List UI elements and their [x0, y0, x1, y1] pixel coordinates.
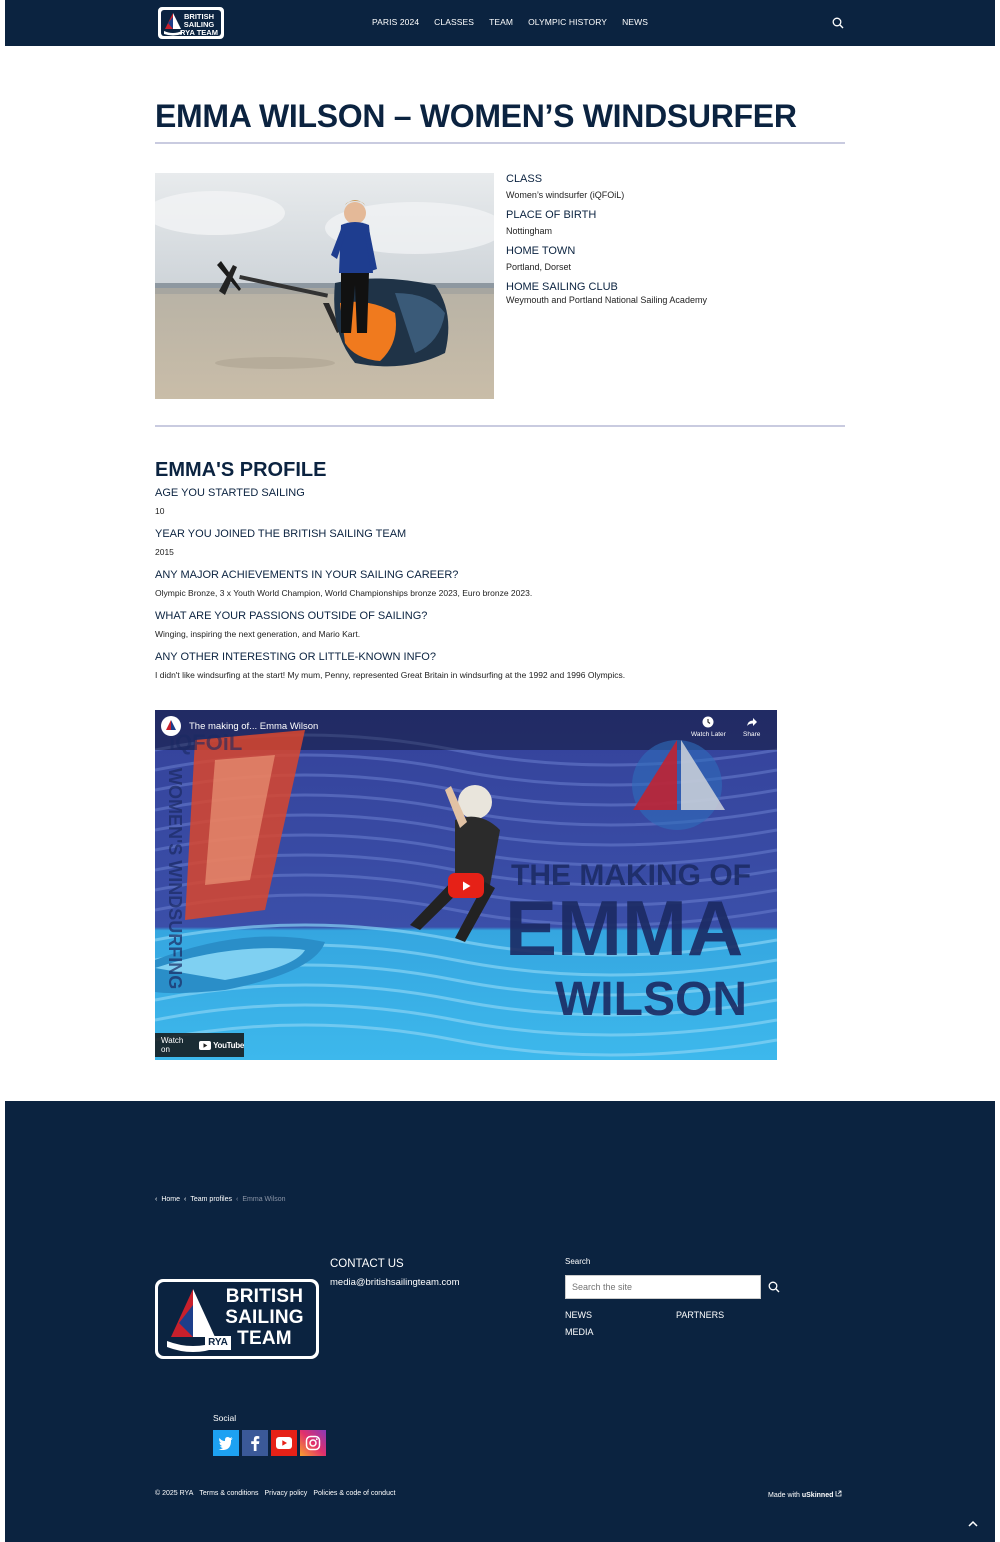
video-overlay-title-bot: WILSON	[555, 973, 747, 1026]
profile-title: EMMA'S PROFILE	[155, 459, 327, 481]
play-icon	[463, 881, 471, 890]
profile-question: WHAT ARE YOUR PASSIONS OUTSIDE OF SAILIN…	[155, 610, 428, 622]
nav-olympic-history[interactable]: OLYMPIC HISTORY	[528, 17, 607, 27]
main-nav: PARIS 2024 CLASSES TEAM OLYMPIC HISTORY …	[372, 17, 648, 27]
footer-link-media[interactable]: MEDIA	[565, 1327, 676, 1337]
breadcrumb: ‹ Home ‹ Team profiles ‹ Emma Wilson	[155, 1196, 286, 1203]
footer-link-partners[interactable]: PARTNERS	[676, 1310, 776, 1320]
site-footer: ‹ Home ‹ Team profiles ‹ Emma Wilson RYA…	[5, 1101, 995, 1542]
chevron-left-icon: ‹	[184, 1196, 187, 1203]
play-button[interactable]	[448, 873, 484, 898]
footer-links: NEWS PARTNERS MEDIA	[565, 1310, 785, 1337]
video-title[interactable]: The making of... Emma Wilson	[189, 721, 318, 732]
site-logo[interactable]: BRITISH SAILING RYA TEAM	[158, 7, 224, 39]
legal-links: © 2025 RYA Terms & conditions Privacy po…	[155, 1490, 395, 1497]
profile-list: AGE YOU STARTED SAILING 10 YEAR YOU JOIN…	[155, 487, 855, 692]
contact-title: CONTACT US	[330, 1258, 404, 1270]
external-link-icon	[835, 1490, 842, 1497]
profile-question: ANY MAJOR ACHIEVEMENTS IN YOUR SAILING C…	[155, 569, 459, 581]
facebook-icon	[251, 1436, 260, 1451]
instagram-icon	[305, 1435, 321, 1451]
clock-icon	[702, 716, 714, 728]
nav-paris-2024[interactable]: PARIS 2024	[372, 17, 419, 27]
footer-logo-line-1: BRITISH	[225, 1286, 304, 1307]
footer-logo-text: BRITISH SAILING TEAM	[217, 1286, 312, 1349]
instagram-link[interactable]	[300, 1430, 326, 1456]
youtube-link[interactable]	[271, 1430, 297, 1456]
footer-logo-line-3: TEAM	[237, 1328, 292, 1349]
fact-value-home-sailing-club: Weymouth and Portland National Sailing A…	[506, 295, 707, 305]
footer-search-field	[565, 1275, 761, 1299]
fact-label-home-town: HOME TOWN	[506, 245, 576, 257]
search-icon[interactable]	[832, 17, 844, 29]
profile-answer: I didn't like windsurfing at the start! …	[155, 670, 626, 680]
contact-email-link[interactable]: media@britishsailingteam.com	[330, 1277, 460, 1288]
footer-link-news[interactable]: NEWS	[565, 1310, 676, 1320]
breadcrumb-current: Emma Wilson	[242, 1196, 286, 1203]
twitter-icon	[218, 1437, 233, 1450]
profile-answer: 2015	[155, 547, 174, 557]
facebook-link[interactable]	[242, 1430, 268, 1456]
chevron-left-icon: ‹	[236, 1196, 239, 1203]
terms-link[interactable]: Terms & conditions	[199, 1490, 258, 1497]
youtube-video-embed[interactable]: THE MAKING OF EMMA WILSON iQFOiL WOMEN'S…	[155, 710, 777, 1060]
fact-value-class: Women’s windsurfer (iQFOiL)	[506, 190, 625, 200]
fact-value-place-of-birth: Nottingham	[506, 226, 553, 236]
youtube-wordmark: YouTube	[199, 1040, 244, 1050]
profile-question: YEAR YOU JOINED THE BRITISH SAILING TEAM	[155, 528, 407, 540]
watch-on-label: Watch on	[161, 1036, 184, 1054]
watch-on-youtube-button[interactable]: Watch on YouTube	[155, 1033, 244, 1057]
chevron-left-icon: ‹	[155, 1196, 158, 1203]
section-divider	[155, 425, 845, 427]
youtube-label: YouTube	[213, 1040, 244, 1050]
share-label: Share	[743, 731, 761, 738]
nav-news[interactable]: NEWS	[622, 17, 648, 27]
footer-logo[interactable]: RYA BRITISH SAILING TEAM	[155, 1279, 319, 1359]
profile-answer: 10	[155, 506, 165, 516]
athlete-photo	[155, 173, 494, 399]
policies-link[interactable]: Policies & code of conduct	[313, 1490, 395, 1497]
footer-search-input[interactable]	[566, 1276, 760, 1298]
search-icon[interactable]	[768, 1281, 780, 1293]
logo-text-line-3: RYA TEAM	[180, 28, 218, 37]
nav-classes[interactable]: CLASSES	[434, 17, 474, 27]
footer-search-label: Search	[565, 1257, 591, 1266]
made-with-brand: uSkinned	[801, 1492, 834, 1499]
channel-avatar[interactable]	[161, 716, 181, 736]
privacy-link[interactable]: Privacy policy	[265, 1490, 308, 1497]
youtube-icon	[199, 1040, 212, 1050]
channel-logo-icon	[166, 720, 176, 730]
made-with-label: Made with	[768, 1492, 800, 1499]
share-icon	[746, 718, 757, 726]
share-button[interactable]: Share	[743, 716, 760, 738]
profile-question: AGE YOU STARTED SAILING	[155, 487, 305, 499]
made-with-credit[interactable]: Made with uSkinned	[768, 1490, 842, 1499]
social-label: Social	[213, 1413, 237, 1423]
copyright: © 2025 RYA	[155, 1490, 194, 1497]
title-divider	[155, 142, 845, 144]
video-side-text: WOMEN'S WINDSURFING	[165, 768, 185, 989]
social-links	[213, 1430, 326, 1456]
chevron-up-icon[interactable]	[967, 1519, 979, 1529]
youtube-icon	[276, 1437, 292, 1449]
profile-answer: Olympic Bronze, 3 x Youth World Champion…	[155, 588, 533, 598]
fact-label-home-sailing-club: HOME SAILING CLUB	[506, 281, 618, 293]
breadcrumb-home[interactable]: Home	[161, 1196, 180, 1203]
nav-team[interactable]: TEAM	[489, 17, 513, 27]
breadcrumb-team-profiles[interactable]: Team profiles	[190, 1196, 232, 1203]
video-overlay-title-mid: EMMA	[505, 884, 743, 972]
site-header: BRITISH SAILING RYA TEAM PARIS 2024 CLAS…	[5, 0, 995, 46]
footer-logo-line-2: SAILING	[225, 1307, 304, 1328]
fact-label-class: CLASS	[506, 173, 543, 185]
fact-label-place-of-birth: PLACE OF BIRTH	[506, 209, 597, 221]
page-title: EMMA WILSON – WOMEN’S WINDSURFER	[155, 98, 797, 134]
video-title-bar: The making of... Emma Wilson	[161, 716, 318, 736]
twitter-link[interactable]	[213, 1430, 239, 1456]
profile-question: ANY OTHER INTERESTING OR LITTLE-KNOWN IN…	[155, 651, 436, 663]
profile-answer: Winging, inspiring the next generation, …	[155, 629, 361, 639]
watch-later-label: Watch Later	[691, 731, 726, 738]
athlete-facts: CLASS Women’s windsurfer (iQFOiL) PLACE …	[506, 173, 836, 314]
watch-later-button[interactable]: Watch Later	[691, 716, 726, 738]
fact-value-home-town: Portland, Dorset	[506, 262, 572, 272]
